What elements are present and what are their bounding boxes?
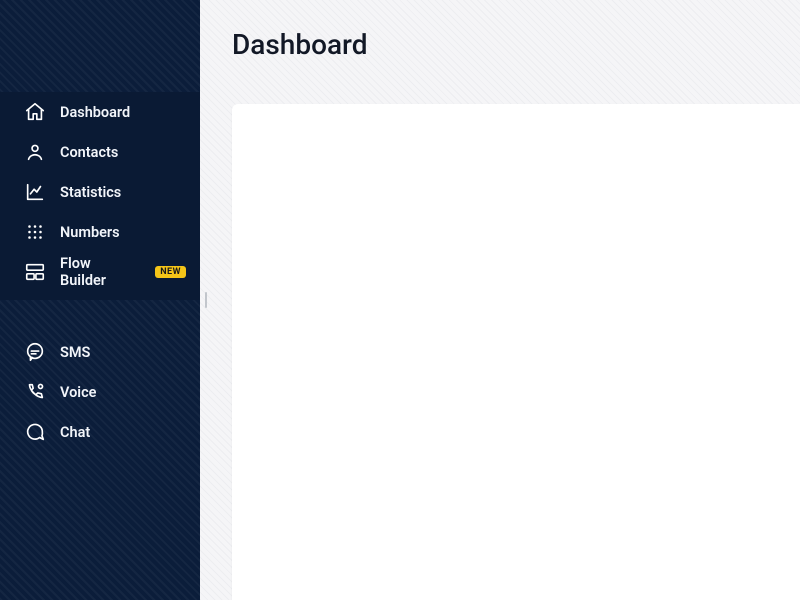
- voice-icon: [24, 381, 46, 403]
- sidebar-item-label: Numbers: [60, 224, 120, 241]
- dashboard-card: [232, 104, 800, 600]
- sidebar-divider: [0, 300, 200, 332]
- sidebar-item-label: Contacts: [60, 144, 118, 161]
- sidebar-secondary-group: SMS Voice Chat: [0, 332, 200, 452]
- sidebar-primary-group: Dashboard Contacts Statistics Numbers: [0, 92, 200, 300]
- home-icon: [24, 101, 46, 123]
- sidebar-item-chat[interactable]: Chat: [0, 412, 200, 452]
- contacts-icon: [24, 141, 46, 163]
- sidebar-item-contacts[interactable]: Contacts: [0, 132, 200, 172]
- sidebar-item-numbers[interactable]: Numbers: [0, 212, 200, 252]
- sms-icon: [24, 341, 46, 363]
- sidebar-item-sms[interactable]: SMS: [0, 332, 200, 372]
- sidebar-item-label: Flow Builder: [60, 255, 139, 289]
- sidebar-item-voice[interactable]: Voice: [0, 372, 200, 412]
- sidebar-item-label: SMS: [60, 344, 90, 361]
- flowbuilder-icon: [24, 261, 46, 283]
- sidebar-logo-area: [0, 0, 200, 92]
- sidebar-item-flow-builder[interactable]: Flow Builder NEW: [0, 252, 200, 292]
- sidebar-resize-handle[interactable]: [200, 286, 212, 314]
- sidebar-item-label: Dashboard: [60, 104, 130, 121]
- new-badge: NEW: [155, 266, 186, 278]
- sidebar-item-dashboard[interactable]: Dashboard: [0, 92, 200, 132]
- sidebar-item-statistics[interactable]: Statistics: [0, 172, 200, 212]
- sidebar-item-label: Voice: [60, 384, 96, 401]
- sidebar: Dashboard Contacts Statistics Numbers: [0, 0, 200, 600]
- numbers-icon: [24, 221, 46, 243]
- page-title: Dashboard: [232, 28, 367, 61]
- chat-icon: [24, 421, 46, 443]
- sidebar-item-label: Statistics: [60, 184, 121, 201]
- statistics-icon: [24, 181, 46, 203]
- main-content: Dashboard: [200, 0, 800, 600]
- sidebar-item-label: Chat: [60, 424, 90, 441]
